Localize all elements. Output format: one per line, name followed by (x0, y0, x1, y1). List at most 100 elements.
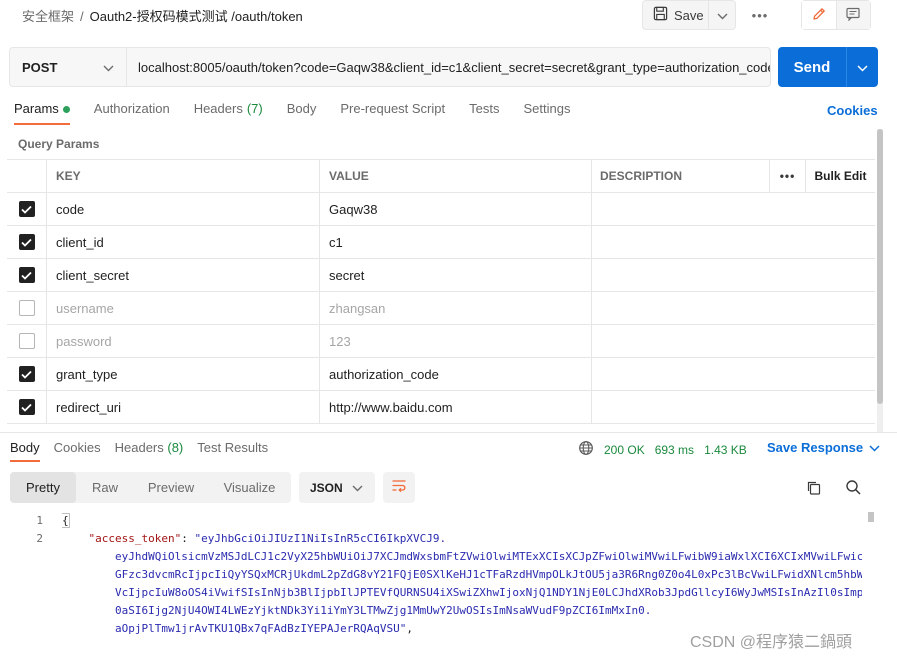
view-pretty[interactable]: Pretty (10, 472, 76, 503)
edit-button[interactable] (802, 1, 837, 29)
code-line: { (62, 512, 862, 530)
send-dropdown-button[interactable] (846, 47, 878, 87)
save-response-label: Save Response (767, 440, 864, 455)
param-value[interactable]: 123 (320, 325, 592, 357)
open-brace: { (62, 513, 70, 528)
response-size[interactable]: 1.43 KB (704, 443, 747, 457)
param-description[interactable] (592, 226, 875, 258)
column-options-button[interactable]: ••• (769, 160, 805, 192)
tab-pre-request-script[interactable]: Pre-request Script (340, 101, 445, 125)
save-label: Save (674, 7, 704, 23)
code-content[interactable]: { "access_token": "eyJhbGciOiJIUzI1NiIsI… (62, 512, 862, 638)
breadcrumb-collection[interactable]: 安全框架 (22, 9, 74, 24)
table-row: username zhangsan (7, 292, 875, 325)
param-checkbox[interactable] (18, 201, 35, 217)
tab-response-cookies[interactable]: Cookies (54, 440, 101, 462)
tab-authorization[interactable]: Authorization (94, 101, 170, 125)
pane-divider[interactable] (0, 432, 897, 433)
copy-button[interactable] (806, 480, 822, 499)
param-key[interactable]: redirect_uri (47, 391, 320, 423)
param-description[interactable] (592, 292, 875, 324)
response-time[interactable]: 693 ms (655, 443, 694, 457)
response-tabs: Body Cookies Headers (8) Test Results (10, 440, 282, 462)
param-description[interactable] (592, 325, 875, 357)
documentation-button[interactable] (836, 1, 870, 29)
bulk-edit-button[interactable]: Bulk Edit (805, 160, 875, 192)
save-button[interactable]: Save (643, 1, 709, 29)
param-key[interactable]: username (47, 292, 320, 324)
breadcrumb-request-name[interactable]: Oauth2-授权码模式测试 /oauth/token (90, 9, 303, 24)
request-header: 安全框架 / Oauth2-授权码模式测试 /oauth/token Save ••… (0, 0, 897, 30)
save-dropdown-button[interactable] (709, 8, 735, 23)
table-row: client_id c1 (7, 226, 875, 259)
wrap-lines-button[interactable] (383, 472, 415, 503)
view-raw[interactable]: Raw (76, 472, 134, 503)
code-scrollbar-thumb[interactable] (868, 512, 874, 522)
url-input[interactable]: localhost:8005/oauth/token?code=Gaqw38&c… (127, 60, 770, 75)
param-checkbox[interactable] (18, 267, 35, 283)
search-button[interactable] (845, 479, 862, 499)
save-response-button[interactable]: Save Response (767, 440, 880, 455)
chevron-down-icon (352, 481, 363, 495)
tab-tests[interactable]: Tests (469, 101, 499, 125)
query-params-title: Query Params (18, 137, 100, 151)
param-description[interactable] (592, 391, 875, 423)
checkbox-cell (7, 358, 47, 390)
tab-response-body[interactable]: Body (10, 440, 40, 462)
status-code[interactable]: 200 OK (604, 443, 645, 457)
param-value[interactable]: authorization_code (320, 358, 592, 390)
tab-response-headers[interactable]: Headers (8) (115, 440, 184, 462)
column-header-value: VALUE (320, 160, 592, 192)
param-checkbox[interactable] (18, 300, 35, 316)
param-checkbox[interactable] (18, 366, 35, 382)
checkbox-cell (7, 259, 47, 291)
format-select[interactable]: JSON (299, 472, 375, 503)
line-number: 2 (36, 532, 43, 545)
scrollbar-thumb[interactable] (877, 129, 883, 404)
code-line: "access_token": "eyJhbGciOiJIUzI1NiIsInR… (62, 530, 862, 548)
globe-icon[interactable] (578, 440, 594, 459)
method-label: POST (22, 59, 58, 75)
param-checkbox[interactable] (18, 399, 35, 415)
table-actions: ••• Bulk Edit (769, 160, 875, 192)
param-value[interactable]: http://www.baidu.com (320, 391, 592, 423)
tab-settings[interactable]: Settings (523, 101, 570, 125)
param-key[interactable]: code (47, 193, 320, 225)
method-select[interactable]: POST (10, 48, 127, 86)
tab-body[interactable]: Body (287, 101, 317, 125)
request-pane-scrollbar[interactable] (877, 129, 883, 432)
param-key[interactable]: client_secret (47, 259, 320, 291)
tab-test-results[interactable]: Test Results (197, 440, 268, 462)
tab-headers[interactable]: Headers (7) (194, 101, 263, 125)
more-actions-button[interactable]: ••• (748, 6, 772, 24)
tab-count: (8) (167, 440, 184, 455)
line-number: 1 (36, 514, 43, 527)
tab-label: Body (10, 440, 40, 455)
param-description[interactable] (592, 193, 875, 225)
view-visualize[interactable]: Visualize (208, 472, 291, 503)
request-tabs: Params Authorization Headers (7) Body Pr… (14, 101, 594, 125)
param-description[interactable] (592, 358, 875, 390)
param-key[interactable]: password (47, 325, 320, 357)
param-key[interactable]: grant_type (47, 358, 320, 390)
json-colon: : (181, 532, 195, 545)
save-button-group: Save (642, 0, 736, 30)
send-button[interactable]: Send (778, 59, 846, 76)
checkbox-cell (7, 226, 47, 258)
tab-label: Cookies (53, 440, 101, 455)
cookies-link[interactable]: Cookies (827, 103, 878, 118)
param-value[interactable]: c1 (320, 226, 592, 258)
param-key[interactable]: client_id (47, 226, 320, 258)
json-value: aOpjPlTmw1jrAvTKU1QBx7qFAdBzIYEPAJerRQAq… (114, 622, 407, 635)
param-checkbox[interactable] (18, 234, 35, 250)
view-preview[interactable]: Preview (134, 472, 208, 503)
table-row: password 123 (7, 325, 875, 358)
tab-label: Headers (193, 101, 243, 116)
param-value[interactable]: Gaqw38 (320, 193, 592, 225)
param-description[interactable] (592, 259, 875, 291)
param-value[interactable]: secret (320, 259, 592, 291)
param-checkbox[interactable] (18, 333, 35, 349)
tab-label: Test Results (197, 440, 269, 455)
param-value[interactable]: zhangsan (320, 292, 592, 324)
tab-params[interactable]: Params (14, 101, 70, 125)
